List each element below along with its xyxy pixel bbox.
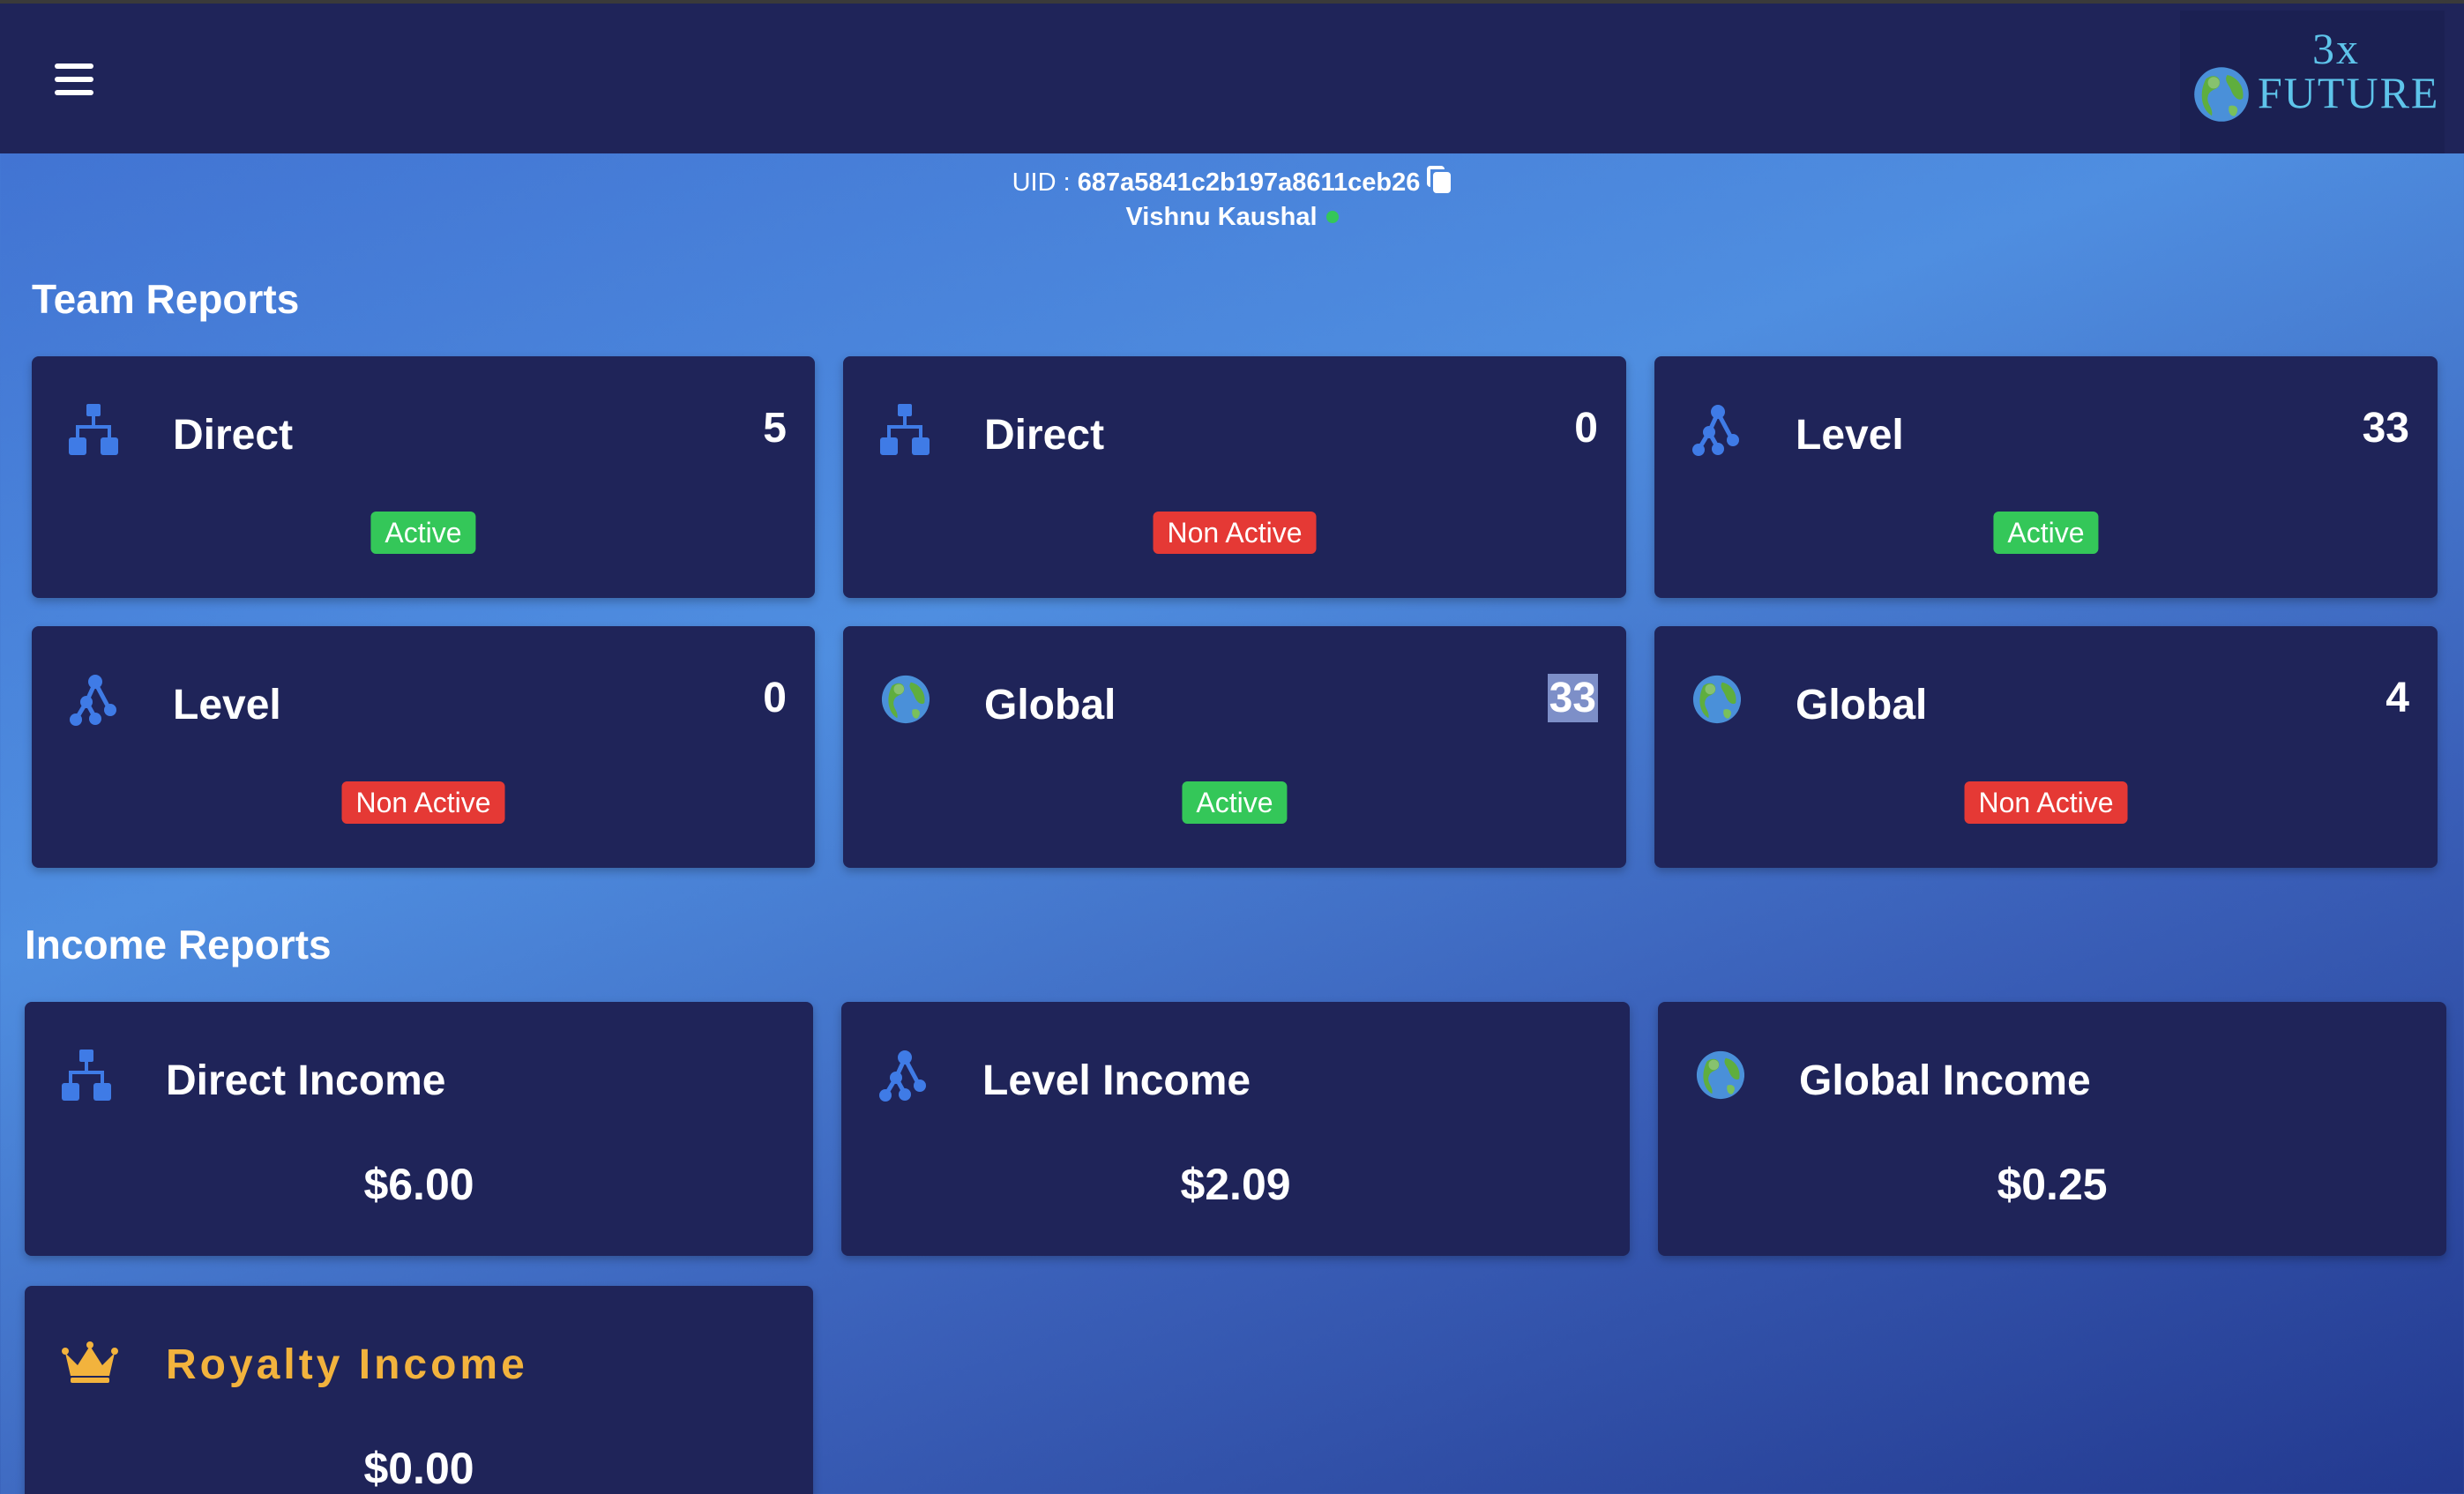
team-card-level-inactive[interactable]: Level 0 Non Active <box>32 626 815 868</box>
status-badge: Active <box>1993 512 2099 554</box>
income-amount: $0.25 <box>1997 1160 2108 1209</box>
user-name: Vishnu Kaushal <box>1125 203 1318 231</box>
card-title: Direct Income <box>166 1057 446 1104</box>
team-card-direct-active[interactable]: Direct 5 Active <box>32 356 815 598</box>
status-badge: Non Active <box>1964 781 2128 824</box>
network-tree-icon <box>69 674 118 727</box>
sitemap-icon <box>880 404 930 455</box>
network-tree-icon <box>878 1050 928 1102</box>
status-badge: Active <box>1182 781 1288 824</box>
team-card-level-active[interactable]: Level 33 Active <box>1654 356 2438 598</box>
status-badge: Non Active <box>341 781 505 824</box>
logo-globe-icon <box>2194 67 2249 122</box>
user-name-line: Vishnu Kaushal <box>0 203 2464 232</box>
online-status-dot <box>1325 211 1339 223</box>
card-count: 5 <box>763 405 787 452</box>
income-amount: $0.00 <box>363 1444 474 1493</box>
uid-value: 687a5841c2b197a8611ceb26 <box>1077 168 1421 197</box>
brand-logo[interactable]: 3x FUTURE <box>2180 11 2445 153</box>
card-count: 4 <box>2386 675 2409 721</box>
card-count: 0 <box>763 675 787 721</box>
team-reports-title: Team Reports <box>32 276 300 322</box>
income-amount: $6.00 <box>363 1160 474 1209</box>
globe-icon <box>1696 1050 1744 1100</box>
globe-icon <box>1692 675 1741 724</box>
card-title: Direct <box>173 412 294 459</box>
card-title: Level <box>173 682 281 728</box>
card-title: Global <box>1796 682 1928 728</box>
card-count: 33 <box>1547 674 1598 722</box>
income-card-direct[interactable]: Direct Income $6.00 <box>25 1002 813 1256</box>
card-title: Royalty Income <box>166 1341 528 1388</box>
team-card-direct-inactive[interactable]: Direct 0 Non Active <box>843 356 1626 598</box>
income-reports-title: Income Reports <box>25 922 332 967</box>
logo-line-2: FUTURE <box>2258 68 2440 117</box>
globe-icon <box>881 675 930 724</box>
uid-line: UID : 687a5841c2b197a8611ceb26 <box>0 166 2464 198</box>
income-card-royalty[interactable]: Royalty Income $0.00 <box>25 1286 813 1494</box>
status-badge: Non Active <box>1153 512 1317 554</box>
sitemap-icon <box>69 404 118 455</box>
team-card-global-active[interactable]: Global 33 Active <box>843 626 1626 868</box>
copy-icon[interactable] <box>1427 166 1452 194</box>
sitemap-icon <box>62 1050 111 1101</box>
card-title: Direct <box>984 412 1105 459</box>
card-title: Level Income <box>982 1057 1251 1104</box>
app-header: 3x FUTURE <box>0 4 2464 153</box>
income-card-level[interactable]: Level Income $2.09 <box>841 1002 1630 1256</box>
team-card-global-inactive[interactable]: Global 4 Non Active <box>1654 626 2438 868</box>
card-count: 0 <box>1574 405 1598 452</box>
uid-label: UID : <box>1012 168 1078 197</box>
network-tree-icon <box>1691 404 1741 457</box>
status-badge: Active <box>370 512 476 554</box>
income-card-global[interactable]: Global Income $0.25 <box>1658 1002 2446 1256</box>
hamburger-menu-icon[interactable] <box>55 63 93 95</box>
income-amount: $2.09 <box>1180 1160 1291 1209</box>
crown-icon <box>62 1341 118 1383</box>
card-count: 33 <box>2362 405 2409 452</box>
card-title: Global Income <box>1799 1057 2091 1104</box>
card-title: Global <box>984 682 1116 728</box>
card-title: Level <box>1796 412 1904 459</box>
